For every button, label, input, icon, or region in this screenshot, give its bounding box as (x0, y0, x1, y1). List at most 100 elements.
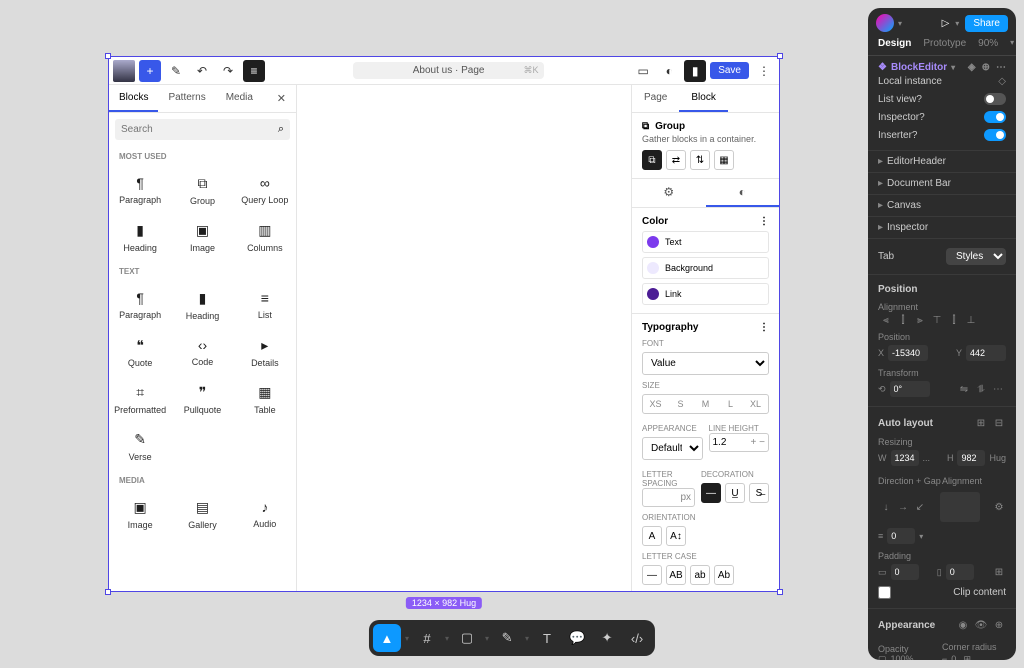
gap-input[interactable] (887, 528, 915, 544)
undo-button[interactable]: ↶ (191, 60, 213, 82)
pen-tool[interactable]: ✎ (493, 624, 521, 652)
block-item[interactable]: ♪Audio (234, 491, 296, 538)
block-item[interactable]: ❞Pullquote (171, 376, 233, 423)
deco-strike[interactable]: S̶ (749, 483, 769, 503)
color-text-row[interactable]: Text (642, 231, 769, 253)
tab-block[interactable]: Block (679, 85, 727, 112)
color-more-icon[interactable]: ⋮ (759, 216, 769, 227)
pad-expand-icon[interactable]: ⊞ (992, 565, 1006, 579)
goto-main-icon[interactable]: ⊕ (982, 62, 990, 73)
tab-media[interactable]: Media (216, 85, 263, 112)
list-view-toggle[interactable]: ≡ (243, 60, 265, 82)
tree-item[interactable]: ▸Document Bar (868, 173, 1016, 195)
rotation-input[interactable] (890, 381, 930, 397)
block-item[interactable]: ▮Heading (171, 282, 233, 329)
editor-canvas[interactable] (297, 85, 631, 591)
block-item[interactable]: ‹›Code (171, 329, 233, 376)
block-item[interactable]: ¶Paragraph (109, 282, 171, 329)
width-input[interactable] (891, 450, 919, 466)
styles-icon[interactable]: ◐ (658, 60, 680, 82)
al-more-icon[interactable]: ⚙ (992, 500, 1006, 514)
share-button[interactable]: Share (965, 15, 1008, 32)
tab-blocks[interactable]: Blocks (109, 85, 158, 112)
variant-stack[interactable]: ⇅ (690, 150, 710, 170)
visibility-icon[interactable]: 👁 (974, 618, 988, 632)
block-search[interactable]: ⌕ (115, 119, 290, 140)
design-tab[interactable]: Design (878, 38, 911, 49)
orient-vertical[interactable]: A↕ (666, 526, 686, 546)
tree-item[interactable]: ▸Inspector (868, 217, 1016, 239)
al-settings2-icon[interactable]: ⊟ (992, 416, 1006, 430)
document-bar[interactable]: About us · Page ⌘K (269, 62, 628, 79)
block-search-input[interactable] (121, 124, 278, 135)
more-menu-icon[interactable]: ⋮ (753, 60, 775, 82)
direction-btns[interactable]: ↓→↙ (878, 499, 928, 515)
pad-x-input[interactable] (891, 564, 919, 580)
block-item[interactable]: ▣Image (171, 214, 233, 261)
shape-tool[interactable]: ▢ (453, 624, 481, 652)
tab-patterns[interactable]: Patterns (158, 85, 215, 112)
case-btn[interactable]: — (642, 565, 662, 585)
settings-tab-icon[interactable]: ⚙ (632, 179, 706, 207)
tab-select[interactable]: Styles (946, 248, 1006, 265)
desktop-preview-icon[interactable]: ▭ (632, 60, 654, 82)
size-pills[interactable]: XSSMLXL (642, 394, 769, 414)
orient-horizontal[interactable]: A (642, 526, 662, 546)
block-item[interactable]: ❝Quote (109, 329, 171, 376)
case-btn[interactable]: Ab (714, 565, 734, 585)
size-pill[interactable]: L (718, 395, 743, 413)
lineheight-input[interactable]: 1.2+ − (709, 433, 770, 452)
deco-none[interactable]: — (701, 483, 721, 503)
block-item[interactable]: ▮Heading (109, 214, 171, 261)
devmode-tool[interactable]: ‹/› (623, 624, 651, 652)
move-tool[interactable]: ▲ (373, 624, 401, 652)
block-item[interactable]: ▸Details (234, 329, 296, 376)
color-bg-row[interactable]: Background (642, 257, 769, 279)
selected-frame[interactable]: 1234 × 982 Hug + ✎ ↶ ↷ ≡ About us · Page… (108, 56, 780, 592)
flip-h-icon[interactable]: ⇋ (956, 381, 972, 397)
more-icon[interactable]: ⋯ (996, 62, 1006, 73)
prototype-tab[interactable]: Prototype (923, 38, 966, 49)
pad-y-input[interactable] (946, 564, 974, 580)
redo-button[interactable]: ↷ (217, 60, 239, 82)
zoom-level[interactable]: 90% (978, 38, 998, 49)
size-pill[interactable]: XL (743, 395, 768, 413)
height-input[interactable] (957, 450, 985, 466)
variant-grid[interactable]: ▦ (714, 150, 734, 170)
resize-handle-br[interactable] (777, 589, 783, 595)
settings-icon[interactable]: ▮ (684, 60, 706, 82)
block-item[interactable]: ¶Paragraph (109, 167, 171, 214)
block-item[interactable]: ∞Query Loop (234, 167, 296, 214)
inserter-toggle[interactable]: + (139, 60, 161, 82)
letterspacing-input[interactable]: px (642, 488, 695, 507)
size-pill[interactable]: XS (643, 395, 668, 413)
alignment-buttons[interactable]: ⫷⫿⫸⊤⫿⊥ (878, 312, 1006, 328)
case-btn[interactable]: AB (666, 565, 686, 585)
avatar[interactable] (876, 14, 894, 32)
list-view-toggle-prop[interactable] (984, 93, 1006, 105)
block-item[interactable]: ✎Verse (109, 423, 171, 470)
radius-expand-icon[interactable]: ⊞ (960, 652, 974, 660)
pos-y-input[interactable] (966, 345, 1006, 361)
resize-handle-bl[interactable] (105, 589, 111, 595)
comment-tool[interactable]: 💬 (563, 624, 591, 652)
pos-x-input[interactable] (888, 345, 928, 361)
block-item[interactable]: ▥Columns (234, 214, 296, 261)
clip-checkbox[interactable] (878, 586, 891, 599)
close-inserter[interactable]: ✕ (267, 85, 296, 112)
block-item[interactable]: ▤Gallery (171, 491, 233, 538)
block-item[interactable]: ⧉Group (171, 167, 233, 214)
present-icon[interactable]: ▷ (942, 18, 950, 29)
tab-page[interactable]: Page (632, 85, 679, 112)
inspector-toggle-prop[interactable] (984, 111, 1006, 123)
block-item[interactable]: ▦Table (234, 376, 296, 423)
size-pill[interactable]: S (668, 395, 693, 413)
align-grid[interactable] (940, 492, 980, 522)
blend-icon[interactable]: ◉ (956, 618, 970, 632)
swap-instance-icon[interactable]: ◈ (968, 62, 976, 73)
deco-underline[interactable]: U̲ (725, 483, 745, 503)
frame-tool[interactable]: # (413, 624, 441, 652)
export-icon[interactable]: ⊕ (992, 618, 1006, 632)
block-item[interactable]: ▣Image (109, 491, 171, 538)
save-button[interactable]: Save (710, 62, 749, 79)
